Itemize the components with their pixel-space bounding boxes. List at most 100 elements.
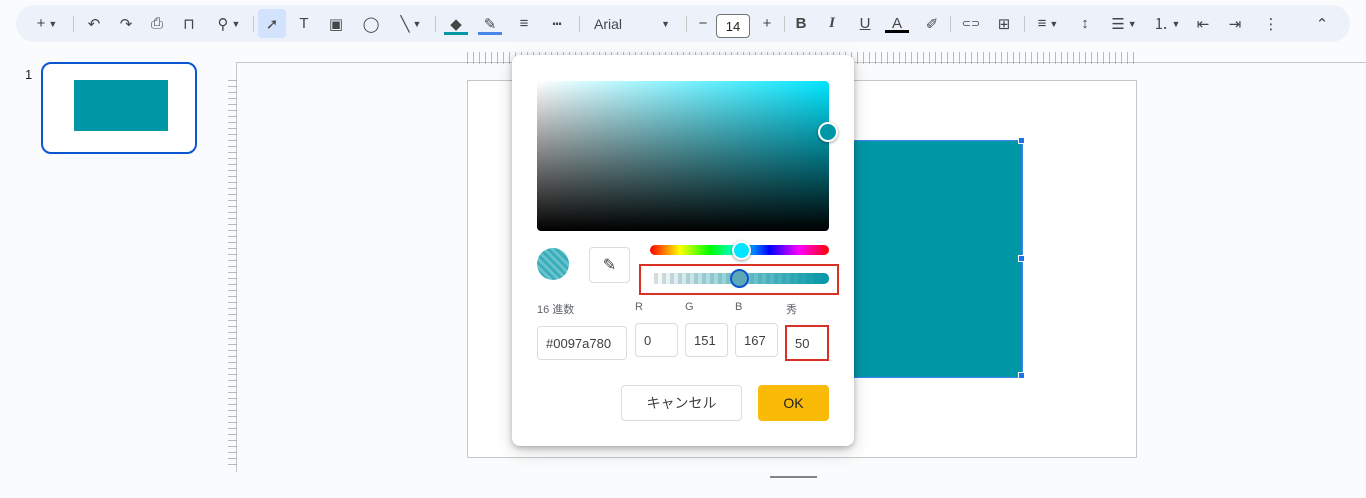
font-name: Arial: [594, 15, 623, 32]
textbox-button[interactable]: T: [292, 5, 316, 42]
chevron-down-icon: ▼: [1171, 18, 1181, 29]
increase-font-size-button[interactable]: +: [756, 5, 778, 42]
speaker-notes-handle[interactable]: [770, 476, 817, 478]
hex-field[interactable]: #0097a780: [537, 326, 627, 360]
alpha-slider-handle[interactable]: [730, 269, 749, 288]
more-vert-icon: ⋮: [1263, 15, 1279, 33]
border-color-button[interactable]: ✎: [478, 5, 502, 42]
r-label: R: [635, 301, 643, 313]
paint-format-button[interactable]: ⊓: [177, 5, 201, 42]
text-color-swatch: [885, 30, 909, 33]
border-dash-icon: ┅: [552, 15, 562, 33]
chevron-down-icon: ▼: [231, 18, 241, 29]
thumbnail-shape: [74, 80, 168, 131]
highlight-button[interactable]: ✐: [920, 5, 944, 42]
print-icon: ⎙: [150, 15, 163, 32]
plus-icon: +: [36, 15, 46, 32]
numbered-list-button[interactable]: ⒈ ▼: [1149, 5, 1185, 42]
undo-button[interactable]: ↶: [82, 5, 106, 42]
select-tool-button[interactable]: ➚: [258, 9, 286, 38]
divider: [435, 16, 436, 32]
chevron-up-icon: ⌃: [1315, 15, 1329, 33]
increase-indent-button[interactable]: ⇥: [1223, 5, 1247, 42]
divider: [950, 16, 951, 32]
slide-thumbnail[interactable]: [41, 62, 197, 154]
resize-handle[interactable]: [1018, 372, 1025, 379]
paint-format-icon: ⊓: [183, 15, 195, 33]
line-icon: ╲: [400, 15, 410, 33]
indent-less-icon: ⇤: [1196, 15, 1210, 33]
text-color-button[interactable]: A: [885, 5, 909, 42]
align-button[interactable]: ≡ ▼: [1030, 5, 1066, 42]
insert-link-button[interactable]: ⊂⊃: [959, 5, 983, 42]
chevron-down-icon: ▼: [661, 18, 670, 29]
font-select[interactable]: Arial ▼: [594, 5, 674, 42]
redo-button[interactable]: ↷: [114, 5, 138, 42]
new-button[interactable]: + ▼: [30, 5, 64, 42]
toolbar: + ▼ ↶ ↷ ⎙ ⊓ ⚲ ▼ ➚ T ▣ ◯ ╲ ▼ ◆ ✎ ≡ ┅ Arial ▼ …: [16, 5, 1350, 42]
image-icon: ▣: [328, 15, 344, 33]
alpha-field[interactable]: 50: [785, 325, 829, 361]
cancel-button[interactable]: キャンセル: [621, 385, 742, 421]
more-options-button[interactable]: ⋮: [1259, 5, 1283, 42]
eyedropper-button[interactable]: ✎: [589, 247, 630, 283]
fill-icon: ◆: [450, 15, 462, 33]
undo-icon: ↶: [87, 15, 101, 33]
divider: [784, 16, 785, 32]
chevron-down-icon: ▼: [1127, 18, 1137, 29]
resize-handle[interactable]: [1018, 255, 1025, 262]
comment-icon: ⊞: [997, 15, 1011, 33]
italic-icon: I: [829, 15, 835, 31]
align-left-icon: ≡: [1037, 15, 1047, 32]
border-dash-button[interactable]: ┅: [545, 5, 569, 42]
ok-button[interactable]: OK: [758, 385, 829, 421]
cursor-icon: ➚: [265, 15, 279, 33]
saturation-value-area[interactable]: [537, 81, 829, 231]
print-button[interactable]: ⎙: [145, 5, 169, 42]
decrease-indent-button[interactable]: ⇤: [1191, 5, 1215, 42]
italic-button[interactable]: I: [820, 5, 844, 42]
add-comment-button[interactable]: ⊞: [992, 5, 1016, 42]
textbox-icon: T: [299, 15, 309, 32]
r-field[interactable]: 0: [635, 323, 678, 357]
shape-button[interactable]: ◯: [359, 5, 383, 42]
underline-button[interactable]: U: [853, 5, 877, 42]
minus-icon: −: [698, 15, 708, 32]
divider: [686, 16, 687, 32]
custom-color-dialog: ✎ 16 進数 R G B 秀 #0097a780 0 151 167 50 キ…: [512, 55, 854, 446]
border-weight-button[interactable]: ≡: [512, 5, 536, 42]
decrease-font-size-button[interactable]: −: [692, 5, 714, 42]
line-button[interactable]: ╲ ▼: [392, 5, 430, 42]
alpha-label: 秀: [786, 304, 797, 316]
saturation-value-handle[interactable]: [818, 122, 838, 142]
collapse-toolbar-button[interactable]: ⌃: [1310, 5, 1334, 42]
b-field[interactable]: 167: [735, 323, 778, 357]
highlighter-icon: ✐: [925, 15, 939, 33]
g-field[interactable]: 151: [685, 323, 728, 357]
divider: [253, 16, 254, 32]
zoom-button[interactable]: ⚲ ▼: [210, 5, 248, 42]
line-spacing-button[interactable]: ↕: [1073, 5, 1097, 42]
bulleted-list-button[interactable]: ☰ ▼: [1106, 5, 1142, 42]
divider: [1024, 16, 1025, 32]
resize-handle[interactable]: [1018, 137, 1025, 144]
link-icon: ⊂⊃: [961, 18, 981, 30]
chevron-down-icon[interactable]: ▼: [48, 19, 57, 29]
font-size-input[interactable]: 14: [716, 14, 750, 38]
divider: [73, 16, 74, 32]
g-label: G: [685, 301, 694, 313]
line-spacing-icon: ↕: [1081, 15, 1089, 32]
shape-icon: ◯: [362, 15, 380, 33]
redo-icon: ↷: [119, 15, 133, 33]
underline-icon: U: [859, 15, 871, 32]
bold-button[interactable]: B: [789, 5, 813, 42]
hue-slider-handle[interactable]: [731, 241, 751, 260]
numbered-list-icon: ⒈: [1153, 16, 1169, 33]
image-button[interactable]: ▣: [324, 5, 348, 42]
hex-label: 16 進数: [537, 304, 575, 316]
fill-color-swatch: [444, 32, 468, 35]
fill-color-button[interactable]: ◆: [444, 5, 468, 42]
vertical-ruler[interactable]: [228, 80, 237, 470]
bold-icon: B: [795, 15, 807, 32]
pencil-icon: ✎: [483, 15, 497, 33]
